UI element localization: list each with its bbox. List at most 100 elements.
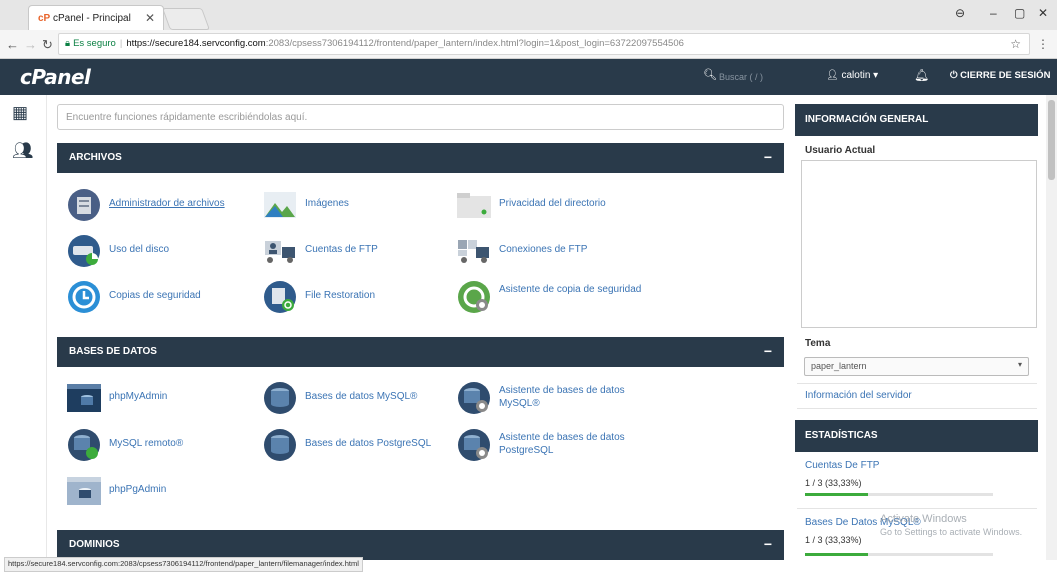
chevron-down-icon: ▾ (873, 70, 879, 81)
current-user-box (801, 160, 1037, 328)
feature-label: Uso del disco (109, 244, 170, 255)
phppgadmin-icon (67, 477, 101, 505)
search-icon: 🔍︎ (703, 69, 717, 81)
windows-activation-watermark: Activate Windows Go to Settings to activ… (880, 513, 1022, 539)
feature-label: Copias de seguridad (109, 290, 201, 301)
function-finder-input[interactable] (57, 104, 784, 130)
stats-header: ESTADÍSTICAS (795, 420, 1038, 452)
collapse-icon[interactable]: − (764, 343, 772, 359)
user-menu[interactable]: 👤︎ calotin ▾ (826, 70, 878, 81)
minimize-icon[interactable]: – (990, 6, 997, 20)
ftp-connections-icon (458, 240, 489, 263)
maximize-icon[interactable]: ▢ (1014, 6, 1025, 20)
current-user-label: Usuario Actual (805, 145, 876, 156)
logout-label: CIERRE DE SESIÓN (960, 70, 1051, 81)
stat-progress-fill (805, 493, 868, 496)
mysql-wizard-icon (458, 382, 490, 414)
secure-label: Es seguro (73, 38, 116, 49)
left-rail: ▦ 👥︎ (0, 95, 47, 560)
stat-progress-fill (805, 553, 868, 556)
forward-icon[interactable]: → (24, 37, 37, 52)
logout-button[interactable]: ⏻ CIERRE DE SESIÓN (950, 70, 1050, 81)
mysql-database-icon (264, 382, 296, 414)
section-title: DOMINIOS (69, 539, 120, 550)
divider (797, 383, 1037, 384)
cpanel-favicon-icon: cP (38, 13, 51, 24)
feature-label: Asistente de bases de datos MySQL® (499, 385, 625, 409)
stat-progress-ftp (805, 493, 993, 496)
browser-tab[interactable]: cP cPanel - Principal ✕ (28, 5, 164, 31)
divider (797, 408, 1037, 409)
feature-label: Bases de datos MySQL® (305, 391, 418, 402)
lock-icon: 🔒︎ (65, 38, 71, 49)
section-title: ARCHIVOS (69, 152, 122, 163)
watermark-title: Activate Windows (880, 513, 967, 525)
section-title: BASES DE DATOS (69, 346, 157, 357)
section-header-archivos[interactable]: ARCHIVOS − (57, 143, 784, 173)
feature-label: Cuentas de FTP (305, 244, 378, 255)
feature-label: Conexiones de FTP (499, 244, 588, 255)
header-search-input[interactable] (717, 68, 791, 86)
users-icon[interactable]: 👥︎ (12, 141, 34, 161)
grid-apps-icon[interactable]: ▦ (12, 103, 28, 123)
section-header-bases-de-datos[interactable]: BASES DE DATOS − (57, 337, 784, 367)
ftp-accounts-icon (265, 241, 295, 263)
chevron-down-icon: ▾ (1017, 360, 1022, 369)
new-tab-button[interactable] (161, 8, 211, 30)
disk-usage-icon (68, 235, 100, 267)
phpmyadmin-icon (67, 384, 101, 412)
general-info-header: INFORMACIÓN GENERAL (795, 104, 1038, 136)
postgresql-database-icon (264, 429, 296, 461)
close-tab-icon[interactable]: ✕ (145, 11, 155, 25)
stat-progress-mysql (805, 553, 993, 556)
file-restoration-icon (264, 281, 296, 313)
stats-title: ESTADÍSTICAS (805, 430, 878, 441)
url-path: :2083/cpsess7306194112/frontend/paper_la… (265, 38, 684, 49)
user-icon: 👤︎ (826, 70, 839, 81)
feature-label: Privacidad del directorio (499, 198, 606, 209)
address-toolbar: ← → ↻ 🔒︎ Es seguro | https://secure184.serv… (0, 30, 1057, 59)
stat-value-mysql: 1 / 3 (33,33%) (805, 535, 862, 545)
backup-wizard-icon (458, 281, 490, 313)
feature-label: Bases de datos PostgreSQL (305, 438, 432, 449)
collapse-icon[interactable]: − (764, 536, 772, 552)
backup-icon (68, 281, 100, 313)
tab-title: cPanel - Principal (53, 13, 131, 24)
collapse-icon[interactable]: − (764, 149, 772, 165)
feature-label: File Restoration (305, 290, 376, 301)
general-info-title: INFORMACIÓN GENERAL (805, 114, 929, 125)
feature-label: MySQL remoto® (109, 438, 184, 449)
feature-label: phpMyAdmin (109, 391, 168, 402)
server-info-link[interactable]: Información del servidor (805, 390, 912, 401)
stat-value-ftp: 1 / 3 (33,33%) (805, 478, 862, 488)
theme-select[interactable]: paper_lantern ▾ (804, 357, 1029, 376)
scrollbar-thumb[interactable] (1048, 100, 1055, 180)
header-search: 🔍︎ (703, 68, 793, 86)
reload-icon[interactable]: ↻ (42, 37, 53, 53)
stat-label-ftp[interactable]: Cuentas De FTP (805, 460, 879, 471)
username: calotin (841, 70, 871, 81)
profile-icon[interactable]: ⊖ (955, 6, 965, 20)
back-icon[interactable]: ← (6, 37, 19, 52)
theme-select-value: paper_lantern (811, 361, 867, 371)
watermark-subtitle: Go to Settings to activate Windows. (880, 527, 1023, 537)
cpanel-logo[interactable]: cPanel (20, 65, 91, 89)
file-manager-icon (68, 189, 100, 221)
bookmark-star-icon[interactable]: ☆ (1010, 34, 1021, 54)
remote-mysql-icon (68, 429, 100, 461)
section-header-dominios[interactable]: DOMINIOS − (57, 530, 784, 560)
close-window-icon[interactable]: ✕ (1038, 6, 1048, 20)
postgresql-wizard-icon (458, 429, 490, 461)
url-host: https://secure184.servconfig.com (126, 38, 266, 49)
browser-menu-icon[interactable]: ⋮ (1037, 37, 1049, 51)
folder-lock-icon (457, 193, 491, 218)
address-bar[interactable]: 🔒︎ Es seguro | https://secure184.servconfig… (58, 33, 1030, 55)
browser-tab-bar: cP cPanel - Principal ✕ ⊖ – ▢ ✕ (0, 0, 1057, 31)
divider (797, 508, 1037, 509)
notifications-bell-icon[interactable]: 🔔︎ (914, 68, 929, 82)
logout-icon: ⏻ (950, 70, 961, 81)
feature-label: Asistente de bases de datos PostgreSQL (499, 432, 625, 456)
images-icon (264, 192, 296, 218)
feature-label: phpPgAdmin (109, 484, 167, 495)
theme-label: Tema (805, 338, 831, 349)
